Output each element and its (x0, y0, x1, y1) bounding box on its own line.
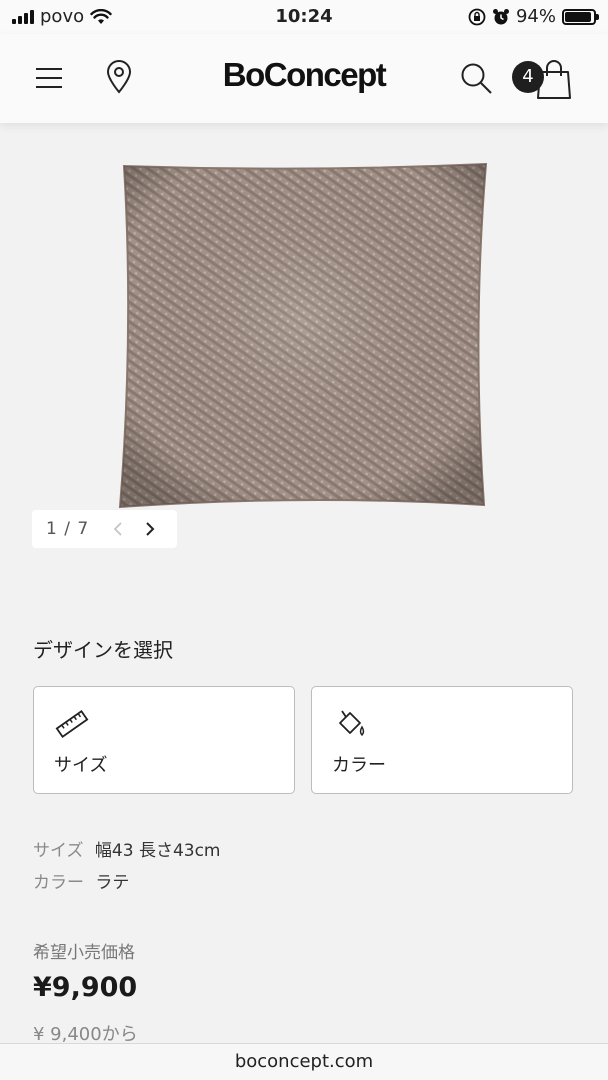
spec-size-value: 幅43 長さ43cm (94, 841, 221, 861)
chevron-right-icon[interactable] (145, 521, 155, 537)
chevron-left-icon[interactable] (113, 521, 123, 537)
color-option-label: カラー (332, 755, 386, 776)
rotation-lock-icon (468, 8, 486, 25)
spec-color-key: カラー (33, 873, 84, 893)
alarm-icon (492, 8, 509, 24)
product-image[interactable] (110, 150, 500, 515)
battery-icon (562, 8, 599, 25)
color-option-card[interactable]: カラー (311, 686, 573, 794)
spec-color: カラー ラテ (33, 868, 129, 893)
design-select-title: デザインを選択 (33, 638, 173, 662)
site-header: BoConcept 4 (0, 34, 608, 123)
battery-percent: 94% (515, 6, 556, 27)
product-price: ¥9,900 (33, 972, 138, 1003)
gallery-pager: 1 / 7 (32, 510, 177, 548)
spec-color-value: ラテ (95, 873, 130, 893)
size-option-label: サイズ (54, 755, 108, 776)
search-icon[interactable] (460, 62, 494, 96)
status-right: 94% (468, 6, 599, 27)
spec-size: サイズ 幅43 長さ43cm (33, 836, 220, 861)
ruler-icon (55, 710, 89, 738)
cart-button[interactable]: 4 (512, 58, 572, 104)
gallery-counter: 1 / 7 (46, 519, 90, 539)
cart-count-badge: 4 (512, 61, 544, 93)
battery-fill (565, 11, 591, 22)
spec-size-key: サイズ (33, 841, 84, 861)
size-option-card[interactable]: サイズ (33, 686, 295, 794)
paint-bucket-icon (339, 710, 365, 737)
browser-url-bar[interactable]: boconcept.com (0, 1043, 608, 1080)
status-bar: povo 10:24 94% (0, 0, 608, 34)
price-label: 希望小売価格 (33, 943, 135, 963)
